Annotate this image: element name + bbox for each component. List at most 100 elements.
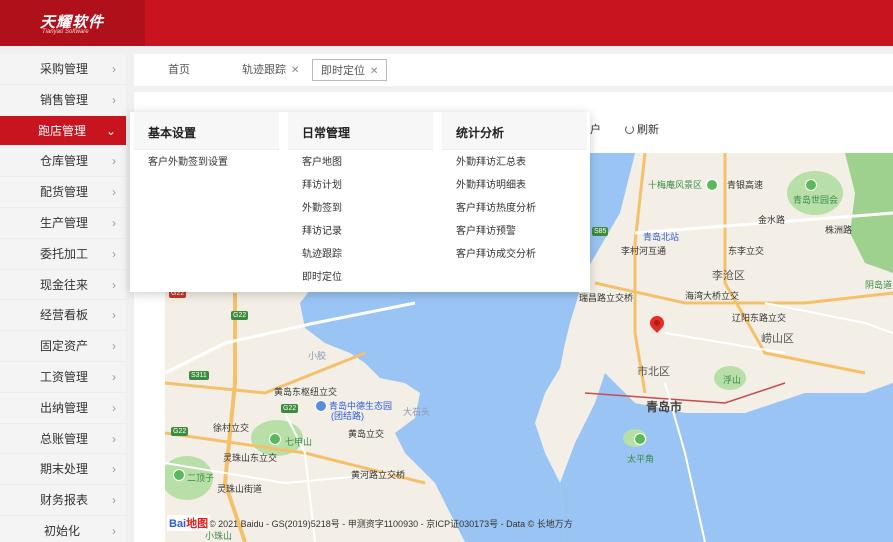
map-label: 灵珠山东立交 [223, 453, 278, 463]
logo-text-a: Bai [169, 518, 187, 530]
chevron-right-icon: › [112, 215, 116, 230]
sidebar-item[interactable]: 出纳管理 › [0, 393, 126, 424]
map-label: 灵珠山街道 [217, 484, 263, 494]
map-label: 青银高速 [727, 180, 764, 190]
highway-shield: G22 [231, 311, 249, 320]
menu-column-title: 日常管理 [288, 112, 433, 150]
map-label: 阴岛道 [865, 280, 893, 290]
refresh-icon [625, 125, 634, 134]
menu-item[interactable]: 外勤拜访明细表 [442, 174, 587, 197]
menu-item[interactable]: 客户外勤签到设置 [134, 151, 279, 174]
sidebar-item[interactable]: 财务报表 › [0, 485, 126, 516]
sidebar-item[interactable]: 委托加工 › [0, 239, 126, 270]
chevron-right-icon: › [112, 523, 116, 538]
sidebar-item[interactable]: 初始化 › [0, 516, 126, 542]
menu-column-title: 基本设置 [134, 112, 279, 150]
map-label: 青岛市 [646, 400, 683, 414]
tab-realtime-location[interactable]: 即时定位 ✕ [312, 59, 388, 81]
sidebar-item[interactable]: 跑店管理 ⌄ [0, 115, 126, 147]
map-label: 东李立交 [728, 246, 765, 256]
sidebar-item[interactable]: 期末处理 › [0, 454, 126, 486]
chevron-right-icon: › [112, 400, 116, 415]
map-label: 海湾大桥立交 [685, 291, 740, 301]
close-icon[interactable]: ✕ [370, 66, 378, 77]
sidebar-item-label: 仓库管理 [40, 154, 89, 169]
map-label: 株洲路 [825, 225, 853, 235]
map-label: 太平角 [627, 454, 655, 464]
tab-bar: 首页 轨迹跟踪 ✕ 即时定位 ✕ [134, 54, 893, 86]
map-label: 二顶子 [187, 473, 215, 483]
sidebar-item[interactable]: 采购管理 › [0, 54, 126, 85]
sidebar-item[interactable]: 经营看板 › [0, 300, 126, 332]
menu-item[interactable]: 外勤拜访汇总表 [442, 151, 587, 174]
map-label: 七甲山 [285, 437, 313, 447]
menu-column-statistics: 统计分析 外勤拜访汇总表 外勤拜访明细表 客户拜访热度分析 客户拜访预警 客户拜访成交分… [442, 112, 587, 292]
menu-item[interactable]: 客户拜访成交分析 [442, 243, 587, 266]
sidebar-item[interactable]: 仓库管理 › [0, 146, 126, 178]
menu-item[interactable]: 客户拜访预警 [442, 220, 587, 243]
sidebar-item-label: 经营看板 [40, 308, 89, 323]
sidebar-item-label: 配货管理 [40, 185, 89, 200]
sidebar-item-label: 出纳管理 [40, 400, 89, 415]
menu-item[interactable]: 外勤签到 [288, 197, 433, 220]
park-icon [269, 433, 281, 445]
map-label: 青岛世园会 [793, 195, 839, 205]
chevron-right-icon: › [112, 462, 116, 477]
sidebar-item[interactable]: 工资管理 › [0, 362, 126, 393]
top-header: 天耀软件 Tianyao Software [0, 0, 893, 46]
chevron-right-icon: › [112, 246, 116, 261]
park-icon [706, 179, 718, 191]
map-label: 李沧区 [712, 270, 745, 282]
sidebar-item[interactable]: 固定资产 › [0, 331, 126, 362]
map-label: 徐村立交 [213, 423, 250, 433]
menu-item[interactable]: 轨迹跟踪 [288, 243, 433, 266]
close-icon[interactable]: ✕ [291, 65, 299, 76]
chevron-right-icon: › [112, 369, 116, 384]
map-label: 李村河互通 [621, 246, 667, 256]
tab-home[interactable]: 首页 [168, 59, 190, 81]
store-visit-dropdown-menu: 基本设置 客户外勤签到设置 日常管理 客户地图 拜访计划 外勤签到 拜访记录 轨迹跟踪即… [130, 112, 590, 292]
sidebar-item-label: 现金往来 [40, 277, 89, 292]
sidebar-nav: 采购管理 › 销售管理 › 跑店管理 ⌄ 仓库管理 › 配货管理 › 生产管理 › 委托加工 › 现金往来 ›… [0, 54, 126, 542]
menu-item[interactable]: 拜访计划 [288, 174, 433, 197]
highway-shield: S311 [189, 371, 209, 380]
menu-column-daily-management: 日常管理 客户地图 拜访计划 外勤签到 拜访记录 轨迹跟踪 即时定位 [288, 112, 433, 292]
map-label: (团结路) [331, 411, 364, 421]
menu-item[interactable]: 客户拜访热度分析 [442, 197, 587, 220]
sidebar-item[interactable]: 销售管理 › [0, 85, 126, 116]
chevron-right-icon: › [112, 339, 116, 354]
baidu-logo[interactable]: Bai地图 [167, 515, 211, 531]
toolbar-customer-label[interactable]: 户 [590, 121, 601, 137]
chevron-right-icon: › [112, 431, 116, 446]
sidebar-item[interactable]: 现金往来 › [0, 270, 126, 301]
menu-item[interactable]: 即时定位 [288, 266, 433, 289]
tab-track[interactable]: 轨迹跟踪 ✕ [242, 59, 299, 81]
map-label: 金水路 [758, 215, 786, 225]
map-label: 大石头 [403, 407, 431, 417]
chevron-right-icon: › [112, 308, 116, 323]
sidebar-item-label: 生产管理 [40, 215, 89, 230]
sidebar-item[interactable]: 生产管理 › [0, 208, 126, 239]
sidebar-item[interactable]: 配货管理 › [0, 177, 126, 208]
chevron-right-icon: › [112, 185, 116, 200]
menu-item[interactable]: 拜访记录 [288, 220, 433, 243]
menu-column-basic-settings: 基本设置 客户外勤签到设置 [134, 112, 279, 292]
map-label: 黄岛东枢纽立交 [274, 387, 338, 397]
sidebar-item[interactable]: 总账管理 › [0, 424, 126, 455]
sidebar-item-label: 跑店管理 [38, 123, 87, 138]
highway-shield: G22 [281, 404, 299, 413]
brand-subtitle: Tianyao Software [42, 29, 89, 35]
menu-item[interactable]: 客户地图 [288, 151, 433, 174]
map-copyright: © 2021 Baidu - GS(2019)5218号 - 甲测资字11009… [209, 519, 573, 529]
map-label: 瑞昌路立交桥 [579, 293, 634, 303]
chevron-right-icon: › [112, 493, 116, 508]
highway-shield: S85 [592, 227, 609, 236]
refresh-button[interactable]: 刷新 [625, 121, 659, 137]
sidebar-item-label: 工资管理 [40, 369, 89, 384]
sidebar-item-label: 期末处理 [40, 462, 89, 477]
refresh-label: 刷新 [637, 124, 659, 136]
map-label: 黄岛立交 [348, 429, 385, 439]
park-icon [634, 433, 646, 445]
sidebar-item-label: 委托加工 [40, 246, 89, 261]
brand-logo[interactable]: 天耀软件 Tianyao Software [0, 0, 145, 46]
